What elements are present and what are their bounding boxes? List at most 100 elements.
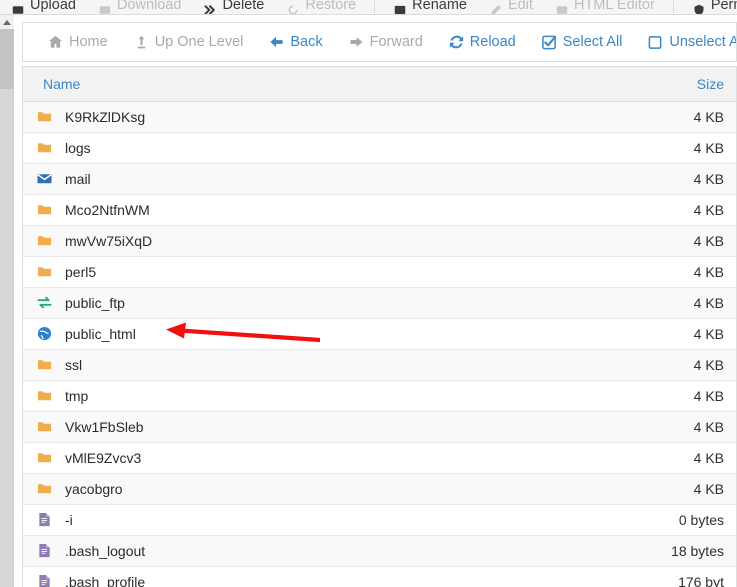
folder-icon — [35, 450, 53, 466]
cell-name[interactable]: mwVw75iXqD — [23, 225, 616, 257]
table-row[interactable]: -i 0 bytes — [23, 504, 736, 536]
table-row[interactable]: logs 4 KB — [23, 132, 736, 164]
folder-icon — [35, 140, 53, 156]
nav-unselect-all-button[interactable]: Unselect All — [635, 23, 736, 61]
file-name[interactable]: .bash_logout — [65, 543, 145, 559]
navigation-toolbar: Home Up One Level Back Forward Reload Select … — [22, 22, 737, 62]
cell-size: 4 KB — [616, 349, 736, 381]
nav-label: Reload — [469, 34, 516, 50]
cell-name[interactable]: tmp — [23, 380, 616, 412]
file-name[interactable]: yacobgro — [65, 481, 123, 497]
column-header-size[interactable]: Size — [616, 67, 736, 102]
cell-name[interactable]: public_html — [23, 318, 616, 350]
edit-icon — [489, 0, 503, 14]
cell-size: 4 KB — [616, 101, 736, 133]
cell-name[interactable]: -i — [23, 504, 616, 536]
folder-icon — [35, 481, 53, 497]
nav-label: Home — [69, 34, 108, 50]
action-permiss-button[interactable]: Permiss — [681, 0, 737, 14]
action-label: Upload — [30, 0, 76, 13]
file-name[interactable]: tmp — [65, 388, 88, 404]
table-row[interactable]: Vkw1FbSleb 4 KB — [23, 411, 736, 443]
cell-name[interactable]: perl5 — [23, 256, 616, 288]
cell-size: 4 KB — [616, 411, 736, 443]
file-name[interactable]: mwVw75iXqD — [65, 233, 152, 249]
table-row[interactable]: .bash_logout 18 bytes — [23, 535, 736, 567]
file-name[interactable]: public_ftp — [65, 295, 125, 311]
up-one-level-icon — [134, 35, 149, 50]
column-header-name[interactable]: Name — [23, 67, 616, 102]
action-toolbar: Upload Download Delete Restore Rename Edit HTM… — [0, 0, 737, 15]
action-rename-button[interactable]: Rename — [382, 0, 478, 14]
page-scrollbar[interactable] — [0, 15, 14, 587]
nav-label: Back — [290, 34, 323, 50]
cell-name[interactable]: vMlE9Zvcv3 — [23, 442, 616, 474]
table-row[interactable]: yacobgro 4 KB — [23, 473, 736, 505]
table-row[interactable]: vMlE9Zvcv3 4 KB — [23, 442, 736, 474]
nav-label: Unselect All — [669, 34, 736, 50]
file-name[interactable]: .bash_profile — [65, 574, 145, 587]
table-row[interactable]: .bash_profile 176 byt — [23, 566, 736, 587]
cell-name[interactable]: .bash_profile — [23, 566, 616, 587]
scroll-up-arrow-icon[interactable] — [0, 15, 14, 29]
cell-size: 4 KB — [616, 132, 736, 164]
file-name[interactable]: perl5 — [65, 264, 96, 280]
nav-select-all-button[interactable]: Select All — [529, 23, 636, 61]
nav-back-button[interactable]: Back — [256, 23, 335, 61]
nav-forward-button[interactable]: Forward — [336, 23, 436, 61]
action-upload-button[interactable]: Upload — [0, 0, 87, 14]
cell-name[interactable]: ssl — [23, 349, 616, 381]
table-row[interactable]: mail 4 KB — [23, 163, 736, 195]
action-label: Permiss — [710, 0, 737, 13]
file-name[interactable]: Vkw1FbSleb — [65, 419, 144, 435]
action-delete-button[interactable]: Delete — [192, 0, 275, 14]
file-name[interactable]: vMlE9Zvcv3 — [65, 450, 141, 466]
nav-reload-button[interactable]: Reload — [436, 23, 529, 61]
ftp-icon — [35, 295, 53, 311]
cell-name[interactable]: mail — [23, 163, 616, 195]
empty-box-icon — [648, 35, 663, 50]
table-row[interactable]: perl5 4 KB — [23, 256, 736, 288]
nav-label: Forward — [369, 34, 423, 50]
file-name[interactable]: logs — [65, 140, 91, 156]
table-row[interactable]: ssl 4 KB — [23, 349, 736, 381]
file-name[interactable]: ssl — [65, 357, 82, 373]
scrollbar-thumb[interactable] — [0, 29, 14, 89]
cell-name[interactable]: K9RkZlDKsg — [23, 101, 616, 133]
action-edit-button: Edit — [478, 0, 544, 14]
cell-name[interactable]: yacobgro — [23, 473, 616, 505]
cell-name[interactable]: logs — [23, 132, 616, 164]
table-header-row: Name Size — [23, 67, 736, 102]
table-row[interactable]: public_html 4 KB — [23, 318, 736, 350]
file-name[interactable]: mail — [65, 171, 91, 187]
action-html-editor-button: HTML Editor — [544, 0, 666, 14]
file-name[interactable]: Mco2NtfnWM — [65, 202, 150, 218]
cell-size: 4 KB — [616, 442, 736, 474]
file-manager-window: Upload Download Delete Restore Rename Edit HTM… — [0, 0, 737, 587]
cell-name[interactable]: .bash_logout — [23, 535, 616, 567]
table-row[interactable]: public_ftp 4 KB — [23, 287, 736, 319]
cell-size: 4 KB — [616, 318, 736, 350]
nav-up-one-level-button[interactable]: Up One Level — [121, 23, 257, 61]
nav-home-button[interactable]: Home — [35, 23, 121, 61]
file-list-container: Name Size K9RkZlDKsg 4 KB logs 4 KB mail 4 KB… — [22, 66, 737, 587]
checked-box-icon — [541, 35, 557, 50]
table-row[interactable]: Mco2NtfnWM 4 KB — [23, 194, 736, 226]
download-icon — [98, 0, 112, 14]
folder-icon — [35, 357, 53, 373]
file-name[interactable]: public_html — [65, 326, 136, 342]
table-row[interactable]: K9RkZlDKsg 4 KB — [23, 101, 736, 133]
permissions-icon — [692, 0, 706, 14]
file-name[interactable]: -i — [65, 512, 73, 528]
cell-size: 0 bytes — [616, 504, 736, 536]
mail-icon — [35, 171, 53, 187]
action-label: Edit — [507, 0, 533, 13]
cell-name[interactable]: Vkw1FbSleb — [23, 411, 616, 443]
cell-name[interactable]: Mco2NtfnWM — [23, 194, 616, 226]
table-row[interactable]: mwVw75iXqD 4 KB — [23, 225, 736, 257]
forward-arrow-icon — [349, 35, 364, 50]
restore-icon — [286, 0, 300, 14]
file-name[interactable]: K9RkZlDKsg — [65, 109, 145, 125]
cell-name[interactable]: public_ftp — [23, 287, 616, 319]
table-row[interactable]: tmp 4 KB — [23, 380, 736, 412]
